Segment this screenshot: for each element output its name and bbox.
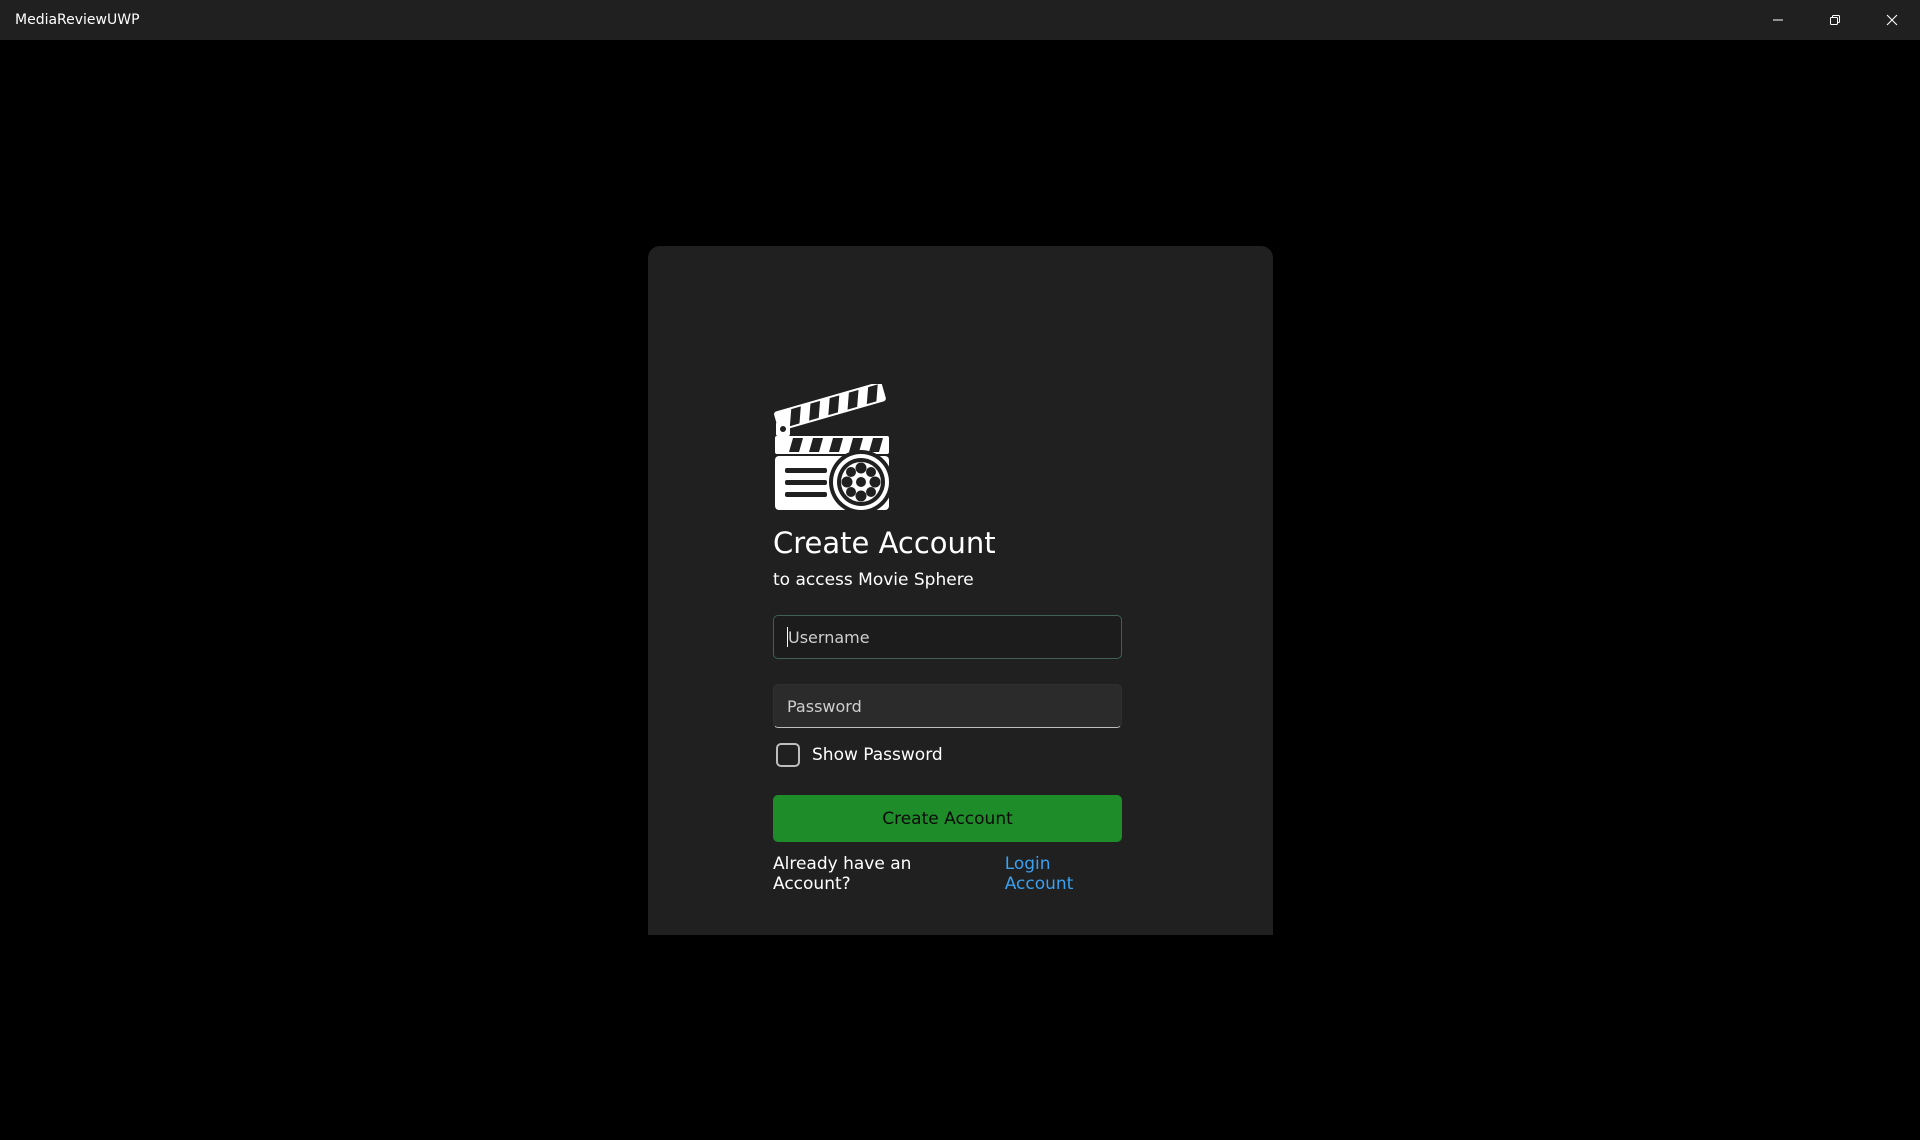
page-title: Create Account	[773, 526, 996, 560]
username-placeholder: Username	[788, 627, 870, 647]
minimize-icon	[1772, 19, 1783, 21]
username-field[interactable]: Username	[773, 615, 1122, 659]
password-field[interactable]: Password	[773, 684, 1122, 728]
app-content: Create Account to access Movie Sphere Us…	[0, 40, 1920, 1140]
already-have-account-text: Already have an Account?	[773, 854, 912, 894]
show-password-label: Show Password	[812, 745, 943, 765]
page-subtitle: to access Movie Sphere	[773, 570, 974, 590]
restore-button[interactable]	[1806, 0, 1863, 40]
close-icon	[1886, 14, 1897, 26]
app-title: MediaReviewUWP	[15, 12, 140, 28]
minimize-button[interactable]	[1749, 0, 1806, 40]
login-prompt: Already have an Account? Login Account	[773, 854, 1122, 894]
show-password-checkbox[interactable]	[776, 743, 800, 767]
show-password-row[interactable]: Show Password	[773, 741, 1122, 769]
password-placeholder: Password	[787, 696, 862, 716]
title-bar: MediaReviewUWP	[0, 0, 1920, 40]
window-controls	[1749, 0, 1920, 40]
create-account-button[interactable]: Create Account	[773, 795, 1122, 842]
restore-icon	[1829, 15, 1840, 25]
login-account-link[interactable]: Login Account	[1005, 854, 1122, 894]
close-button[interactable]	[1863, 0, 1920, 40]
clapperboard-film-reel-icon	[774, 384, 893, 510]
create-account-form: Create Account to access Movie Sphere Us…	[773, 384, 1122, 894]
create-account-card: Create Account to access Movie Sphere Us…	[648, 246, 1273, 935]
